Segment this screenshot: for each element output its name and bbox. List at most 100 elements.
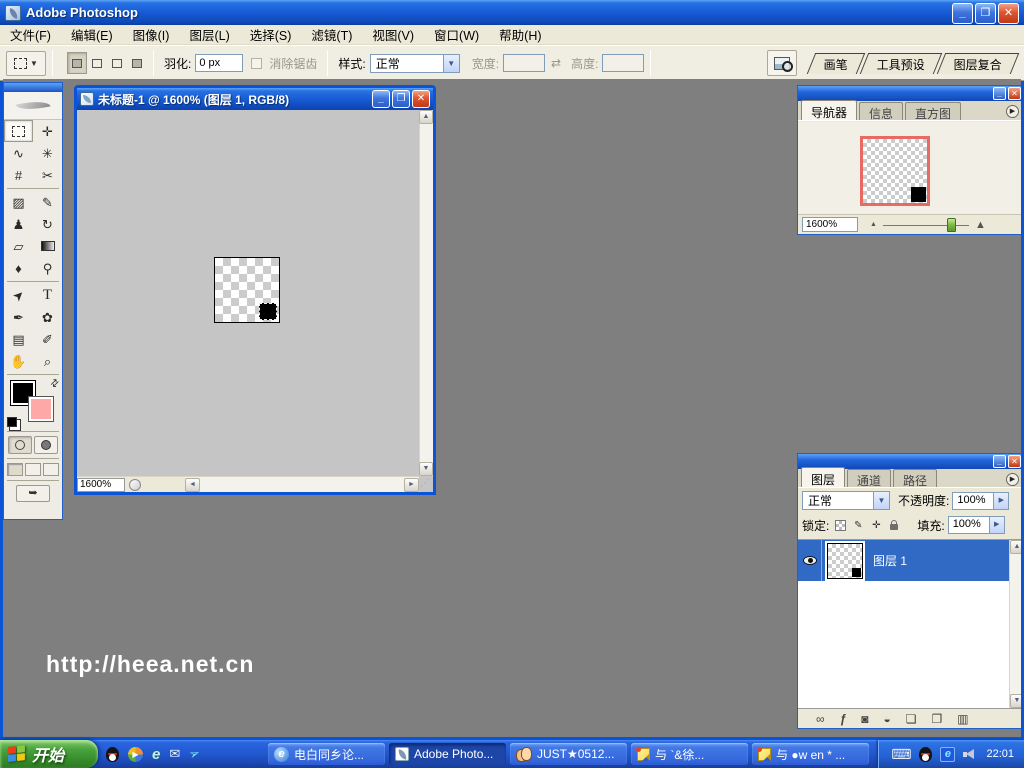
visibility-cell[interactable] — [798, 540, 822, 581]
palette-menu-icon[interactable]: ▶ — [1006, 105, 1019, 118]
scroll-down-icon[interactable]: ▼ — [1010, 694, 1021, 708]
dodge-tool[interactable]: ⚲ — [33, 257, 62, 279]
scroll-up-icon[interactable]: ▲ — [1010, 540, 1021, 554]
feather-input[interactable] — [195, 54, 243, 72]
swap-colors-icon[interactable]: ⇄ — [48, 377, 62, 391]
notes-tool[interactable]: ▤ — [4, 328, 33, 350]
taskbar-window-photoshop[interactable]: Adobe Photo... — [389, 743, 506, 765]
navigator-proxy-preview[interactable] — [860, 136, 930, 206]
navigator-zoom-input[interactable] — [802, 217, 858, 232]
tab-info[interactable]: 信息 — [859, 102, 903, 120]
document-title-bar[interactable]: 未标题-1 @ 1600% (图层 1, RGB/8) _ ❐ ✕ — [77, 88, 433, 110]
palette-close-button[interactable]: ✕ — [1008, 455, 1021, 468]
resize-grip[interactable]: ⋰ — [420, 478, 432, 491]
width-input[interactable] — [503, 54, 545, 72]
mail-icon[interactable]: ✉ — [169, 746, 180, 762]
jump-to-imageready-button[interactable]: ➥ — [16, 485, 50, 502]
media-player-icon[interactable]: ▶ — [128, 747, 143, 762]
layer-name[interactable]: 图层 1 — [873, 552, 907, 569]
qq-icon[interactable] — [106, 747, 119, 762]
palette-minimize-button[interactable]: _ — [993, 87, 1006, 100]
lock-transparency-icon[interactable] — [833, 518, 847, 532]
opacity-value[interactable]: 100% — [952, 492, 994, 510]
type-tool[interactable]: T — [33, 284, 62, 306]
palette-minimize-button[interactable]: _ — [993, 455, 1006, 468]
path-selection-tool[interactable]: ➤ — [4, 284, 33, 306]
tab-navigator[interactable]: 导航器 — [801, 100, 857, 120]
qq-tray-icon[interactable] — [919, 747, 932, 762]
add-selection-button[interactable] — [87, 52, 107, 74]
taskbar-window-just-chat[interactable]: JUST★0512... — [510, 743, 627, 765]
minimize-button[interactable]: _ — [952, 3, 973, 24]
scroll-down-icon[interactable]: ▼ — [419, 462, 433, 476]
lock-all-icon[interactable] — [887, 518, 901, 532]
brush-tool[interactable]: ✎ — [33, 191, 62, 213]
taskbar-window-chat-1[interactable]: 与 `&徐... — [631, 743, 748, 765]
quick-mask-mode-button[interactable] — [34, 436, 58, 454]
doc-maximize-button[interactable]: ❐ — [392, 90, 410, 108]
history-brush-tool[interactable]: ↻ — [33, 213, 62, 235]
rectangular-marquee-tool[interactable] — [4, 120, 33, 142]
opacity-slider-icon[interactable]: ▶ — [994, 492, 1009, 510]
healing-brush-tool[interactable]: ▨ — [4, 191, 33, 213]
standard-screen-mode-button[interactable] — [7, 463, 23, 476]
layer-row[interactable]: 图层 1 — [798, 540, 1009, 581]
fullscreen-menubar-mode-button[interactable] — [25, 463, 41, 476]
new-layer-icon[interactable]: ❐ — [932, 713, 943, 725]
clock[interactable]: 22:01 — [986, 748, 1014, 760]
lock-position-icon[interactable]: ✛ — [869, 518, 883, 532]
close-button[interactable]: ✕ — [998, 3, 1019, 24]
menu-view[interactable]: 视图(V) — [362, 23, 424, 46]
new-group-icon[interactable]: ❏ — [906, 713, 917, 725]
antialias-checkbox[interactable] — [251, 58, 262, 69]
zoom-in-icon[interactable]: ▲ — [975, 219, 986, 231]
tab-paths[interactable]: 路径 — [893, 469, 937, 487]
standard-mode-button[interactable] — [8, 436, 32, 454]
fullscreen-mode-button[interactable] — [43, 463, 59, 476]
palette-close-button[interactable]: ✕ — [1008, 87, 1021, 100]
zoom-tool[interactable]: ⌕ — [33, 350, 62, 372]
adjustment-layer-icon[interactable]: ◒ — [884, 713, 891, 725]
zoom-out-icon[interactable]: ▲ — [870, 221, 877, 228]
layer-style-icon[interactable]: ƒ — [840, 713, 847, 725]
eraser-tool[interactable]: ▱ — [4, 235, 33, 257]
layer-mask-icon[interactable]: ◙ — [861, 713, 868, 725]
tab-layer-comps[interactable]: 图层复合 — [937, 53, 1020, 74]
delete-layer-icon[interactable]: ▥ — [957, 713, 968, 725]
pen-app-icon[interactable]: ➢ — [187, 745, 203, 764]
layer-thumbnail[interactable] — [827, 543, 863, 579]
menu-image[interactable]: 图像(I) — [123, 23, 180, 46]
title-bar[interactable]: Adobe Photoshop _ ❐ ✕ — [0, 0, 1024, 25]
scroll-up-icon[interactable]: ▲ — [419, 110, 433, 124]
restore-button[interactable]: ❐ — [975, 3, 996, 24]
move-tool[interactable]: ✛ — [33, 120, 62, 142]
style-dropdown[interactable]: 正常 ▼ — [370, 54, 460, 73]
menu-edit[interactable]: 编辑(E) — [61, 23, 123, 46]
intersect-selection-button[interactable] — [127, 52, 147, 74]
slice-tool[interactable]: ✂ — [33, 164, 62, 186]
horizontal-scrollbar[interactable]: ◄ ► — [185, 476, 419, 492]
lock-paint-icon[interactable]: ✎ — [851, 518, 865, 532]
menu-select[interactable]: 选择(S) — [240, 23, 302, 46]
blur-tool[interactable]: ♦ — [4, 257, 33, 279]
eyedropper-tool[interactable]: ✐ — [33, 328, 62, 350]
doc-minimize-button[interactable]: _ — [372, 90, 390, 108]
volume-icon[interactable] — [963, 748, 976, 761]
crop-tool[interactable]: # — [4, 164, 33, 186]
slider-thumb[interactable] — [947, 218, 956, 232]
menu-filter[interactable]: 滤镜(T) — [301, 23, 362, 46]
navigator-title-bar[interactable]: _ ✕ — [798, 86, 1021, 101]
swap-dimensions-icon[interactable]: ⇄ — [551, 56, 561, 70]
doc-close-button[interactable]: ✕ — [412, 90, 430, 108]
link-layers-icon[interactable]: ∞ — [816, 713, 825, 725]
tool-preset-picker[interactable]: ▼ — [6, 51, 46, 76]
background-color-swatch[interactable] — [28, 396, 54, 422]
keyboard-input-icon[interactable]: ⌨ — [891, 746, 911, 763]
tab-brushes[interactable]: 画笔 — [807, 53, 866, 74]
clone-stamp-tool[interactable]: ♟ — [4, 213, 33, 235]
tab-tool-presets[interactable]: 工具预设 — [860, 53, 943, 74]
menu-layer[interactable]: 图层(L) — [179, 23, 239, 46]
lasso-tool[interactable]: ∿ — [4, 142, 33, 164]
canvas[interactable] — [214, 257, 280, 323]
thunder-tray-icon[interactable]: e — [940, 747, 955, 762]
